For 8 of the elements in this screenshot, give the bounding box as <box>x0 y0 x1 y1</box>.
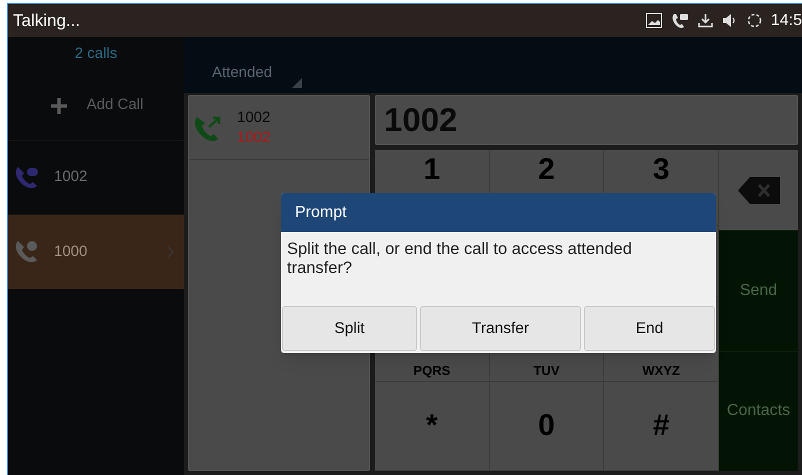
dialog-message: Split the call, or end the call to access attended transfer? <box>286 239 633 279</box>
dial-display: 1002 <box>375 95 798 145</box>
status-time: 14:5 <box>770 10 802 30</box>
dialog-title: Prompt <box>295 202 347 222</box>
calls-count: 2 calls <box>74 44 118 64</box>
call-name: 1002 <box>237 108 270 128</box>
call-number: 1002 <box>237 128 270 148</box>
status-title: Talking... <box>13 10 80 32</box>
